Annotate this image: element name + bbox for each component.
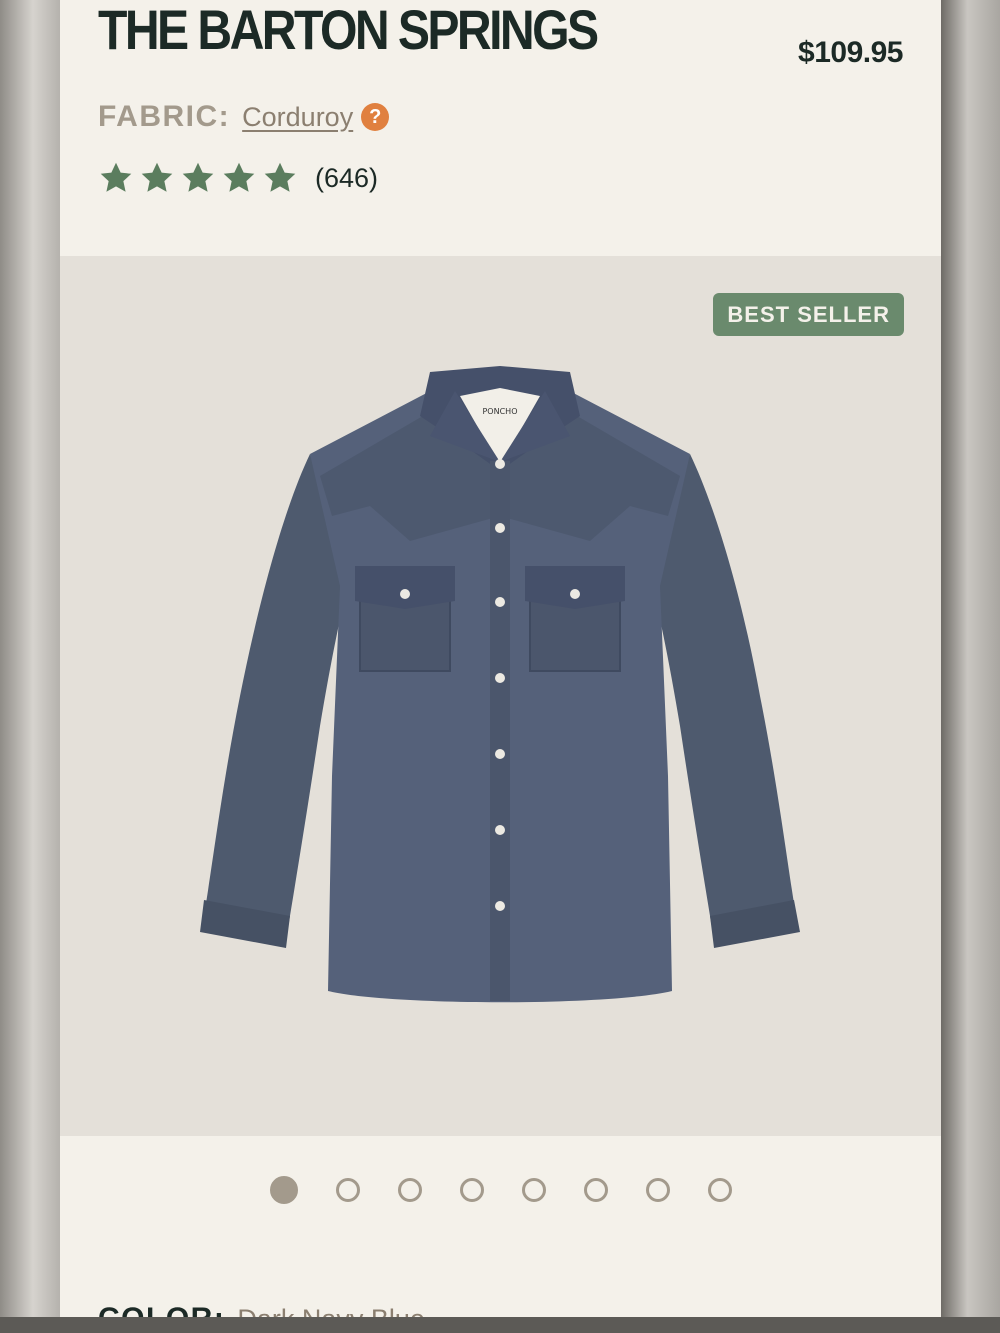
- carousel-dot[interactable]: [583, 1178, 608, 1202]
- carousel-pagination: [60, 1176, 941, 1204]
- best-seller-badge: BEST SELLER: [713, 293, 904, 336]
- star-icon: [141, 162, 173, 192]
- star-icon: [264, 162, 296, 192]
- fabric-row: FABRIC: Corduroy ?: [98, 100, 390, 134]
- carousel-dot[interactable]: [335, 1178, 360, 1202]
- product-page: THE BARTON SPRINGS $109.95 FABRIC: Cordu…: [60, 0, 941, 1333]
- fabric-link[interactable]: Corduroy: [242, 102, 353, 133]
- product-image-carousel[interactable]: BEST SELLER PONCHO: [60, 256, 941, 1136]
- shirt-tag-label: PONCHO: [482, 407, 517, 416]
- question-circle-icon[interactable]: ?: [361, 103, 390, 131]
- right-background-edge: [941, 0, 1000, 1333]
- product-image-shirt[interactable]: PONCHO: [190, 366, 810, 1026]
- carousel-dot[interactable]: [645, 1178, 670, 1202]
- carousel-dot[interactable]: [269, 1176, 298, 1204]
- star-icon: [100, 162, 132, 192]
- rating-row[interactable]: (646): [98, 160, 378, 196]
- star-rating: [98, 160, 303, 196]
- carousel-dot[interactable]: [459, 1178, 484, 1202]
- left-background-edge: [0, 0, 60, 1333]
- star-icon: [223, 162, 255, 192]
- review-count[interactable]: (646): [315, 163, 378, 194]
- product-price: $109.95: [798, 36, 903, 69]
- bottom-bar: [0, 1317, 1000, 1333]
- star-icon: [182, 162, 214, 192]
- fabric-label: FABRIC:: [98, 100, 231, 133]
- carousel-dot[interactable]: [397, 1178, 422, 1202]
- carousel-dot[interactable]: [521, 1178, 546, 1202]
- product-title: THE BARTON SPRINGS: [98, 0, 599, 61]
- carousel-dot[interactable]: [707, 1178, 732, 1202]
